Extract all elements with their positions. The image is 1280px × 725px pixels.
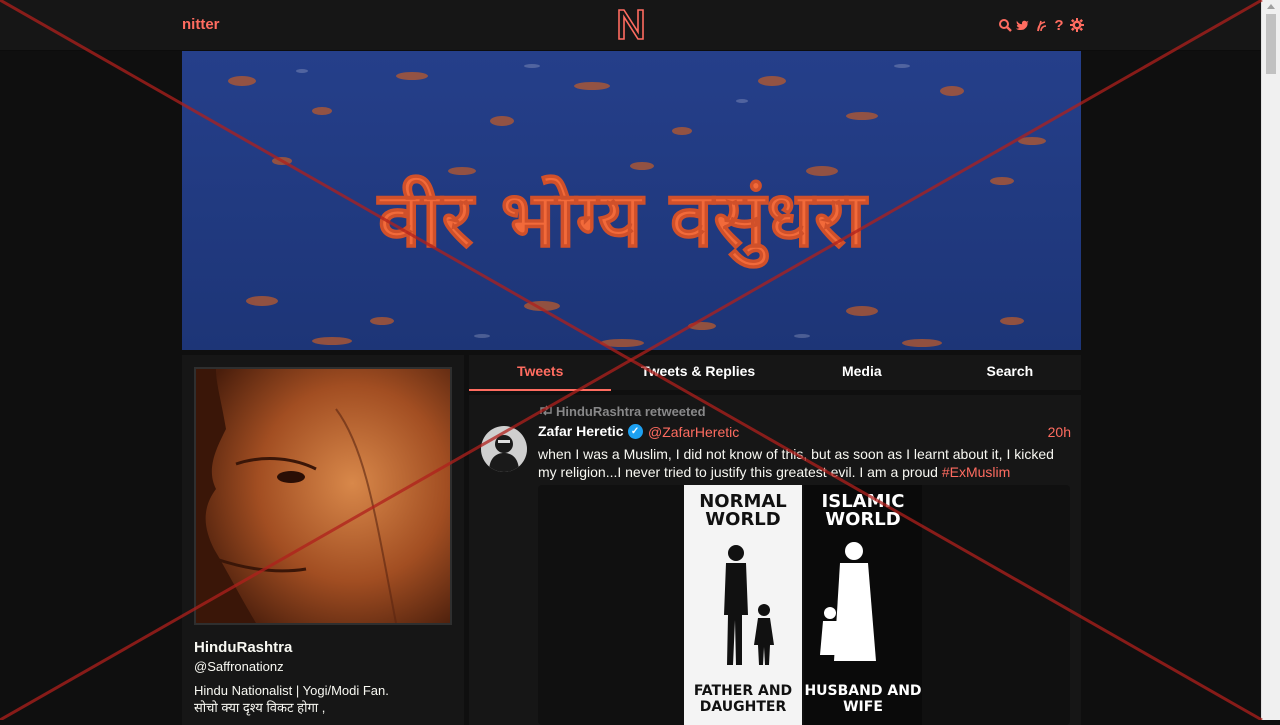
retweet-icon xyxy=(539,404,553,419)
profile-fullname[interactable]: HinduRashtra xyxy=(194,639,292,656)
left-caption-line: FATHER AND xyxy=(694,683,792,699)
timeline-tabs: Tweets Tweets & Replies Media Search xyxy=(469,355,1081,391)
tweet-fullname[interactable]: Zafar Heretic ✓ xyxy=(538,423,643,439)
tweet-image[interactable]: NORMAL WORLD ISLAMIC WORLD FATHER AND DA… xyxy=(684,485,922,725)
retweet-header: HinduRashtra retweeted xyxy=(539,404,706,419)
tweet-fullname-text: Zafar Heretic xyxy=(538,423,624,439)
tweet-username[interactable]: @ZafarHeretic xyxy=(648,424,739,440)
tab-tweets[interactable]: Tweets xyxy=(469,355,612,391)
hashtag-link[interactable]: #ExMuslim xyxy=(942,464,1010,480)
nitter-logo-icon[interactable] xyxy=(617,8,645,46)
scroll-up-arrow-icon[interactable] xyxy=(1267,4,1275,9)
banner-text: वीर भोग्य वसुंधरा xyxy=(376,174,869,269)
scrollbar-thumb[interactable] xyxy=(1266,14,1276,74)
profile-username[interactable]: @Saffronationz xyxy=(194,659,284,674)
page-scrollbar[interactable] xyxy=(1261,0,1280,720)
nav-icons: ? xyxy=(998,16,1084,34)
navbar: nitter ? xyxy=(0,0,1262,51)
left-title-line: WORLD xyxy=(705,509,780,530)
bio-line: सोचो क्या दृश्य विकट होगा , xyxy=(194,700,326,715)
verified-icon: ✓ xyxy=(627,423,643,439)
profile-card: HinduRashtra @Saffronationz Hindu Nation… xyxy=(182,355,464,725)
search-icon[interactable] xyxy=(998,16,1012,34)
retweet-header-text: HinduRashtra retweeted xyxy=(556,404,706,419)
left-caption-line: DAUGHTER xyxy=(700,699,787,715)
tab-tweets-replies[interactable]: Tweets & Replies xyxy=(611,355,785,390)
right-title-line: WORLD xyxy=(825,509,900,530)
profile-avatar[interactable] xyxy=(194,367,452,625)
tab-search[interactable]: Search xyxy=(939,355,1081,390)
tweet-content: when I was a Muslim, I did not know of t… xyxy=(538,445,1068,481)
right-caption-line: WIFE xyxy=(843,699,883,715)
tweet-media[interactable]: NORMAL WORLD ISLAMIC WORLD FATHER AND DA… xyxy=(538,485,1070,725)
help-icon[interactable]: ? xyxy=(1052,16,1066,34)
tweet-date[interactable]: 20h xyxy=(1048,424,1071,440)
bird-icon[interactable] xyxy=(1016,16,1030,34)
profile-banner[interactable]: वीर भोग्य वसुंधरा xyxy=(182,51,1081,350)
profile-bio: Hindu Nationalist | Yogi/Modi Fan. सोचो … xyxy=(194,682,454,716)
tweet-avatar[interactable] xyxy=(481,426,527,472)
gear-icon[interactable] xyxy=(1070,16,1084,34)
timeline-item[interactable]: HinduRashtra retweeted Zafar Heretic ✓ @… xyxy=(469,395,1081,725)
bio-line: Hindu Nationalist | Yogi/Modi Fan. xyxy=(194,683,389,698)
rss-icon[interactable] xyxy=(1034,16,1048,34)
nitter-brand-link[interactable]: nitter xyxy=(182,16,220,33)
right-caption-line: HUSBAND AND xyxy=(804,683,921,699)
tab-media[interactable]: Media xyxy=(785,355,939,390)
